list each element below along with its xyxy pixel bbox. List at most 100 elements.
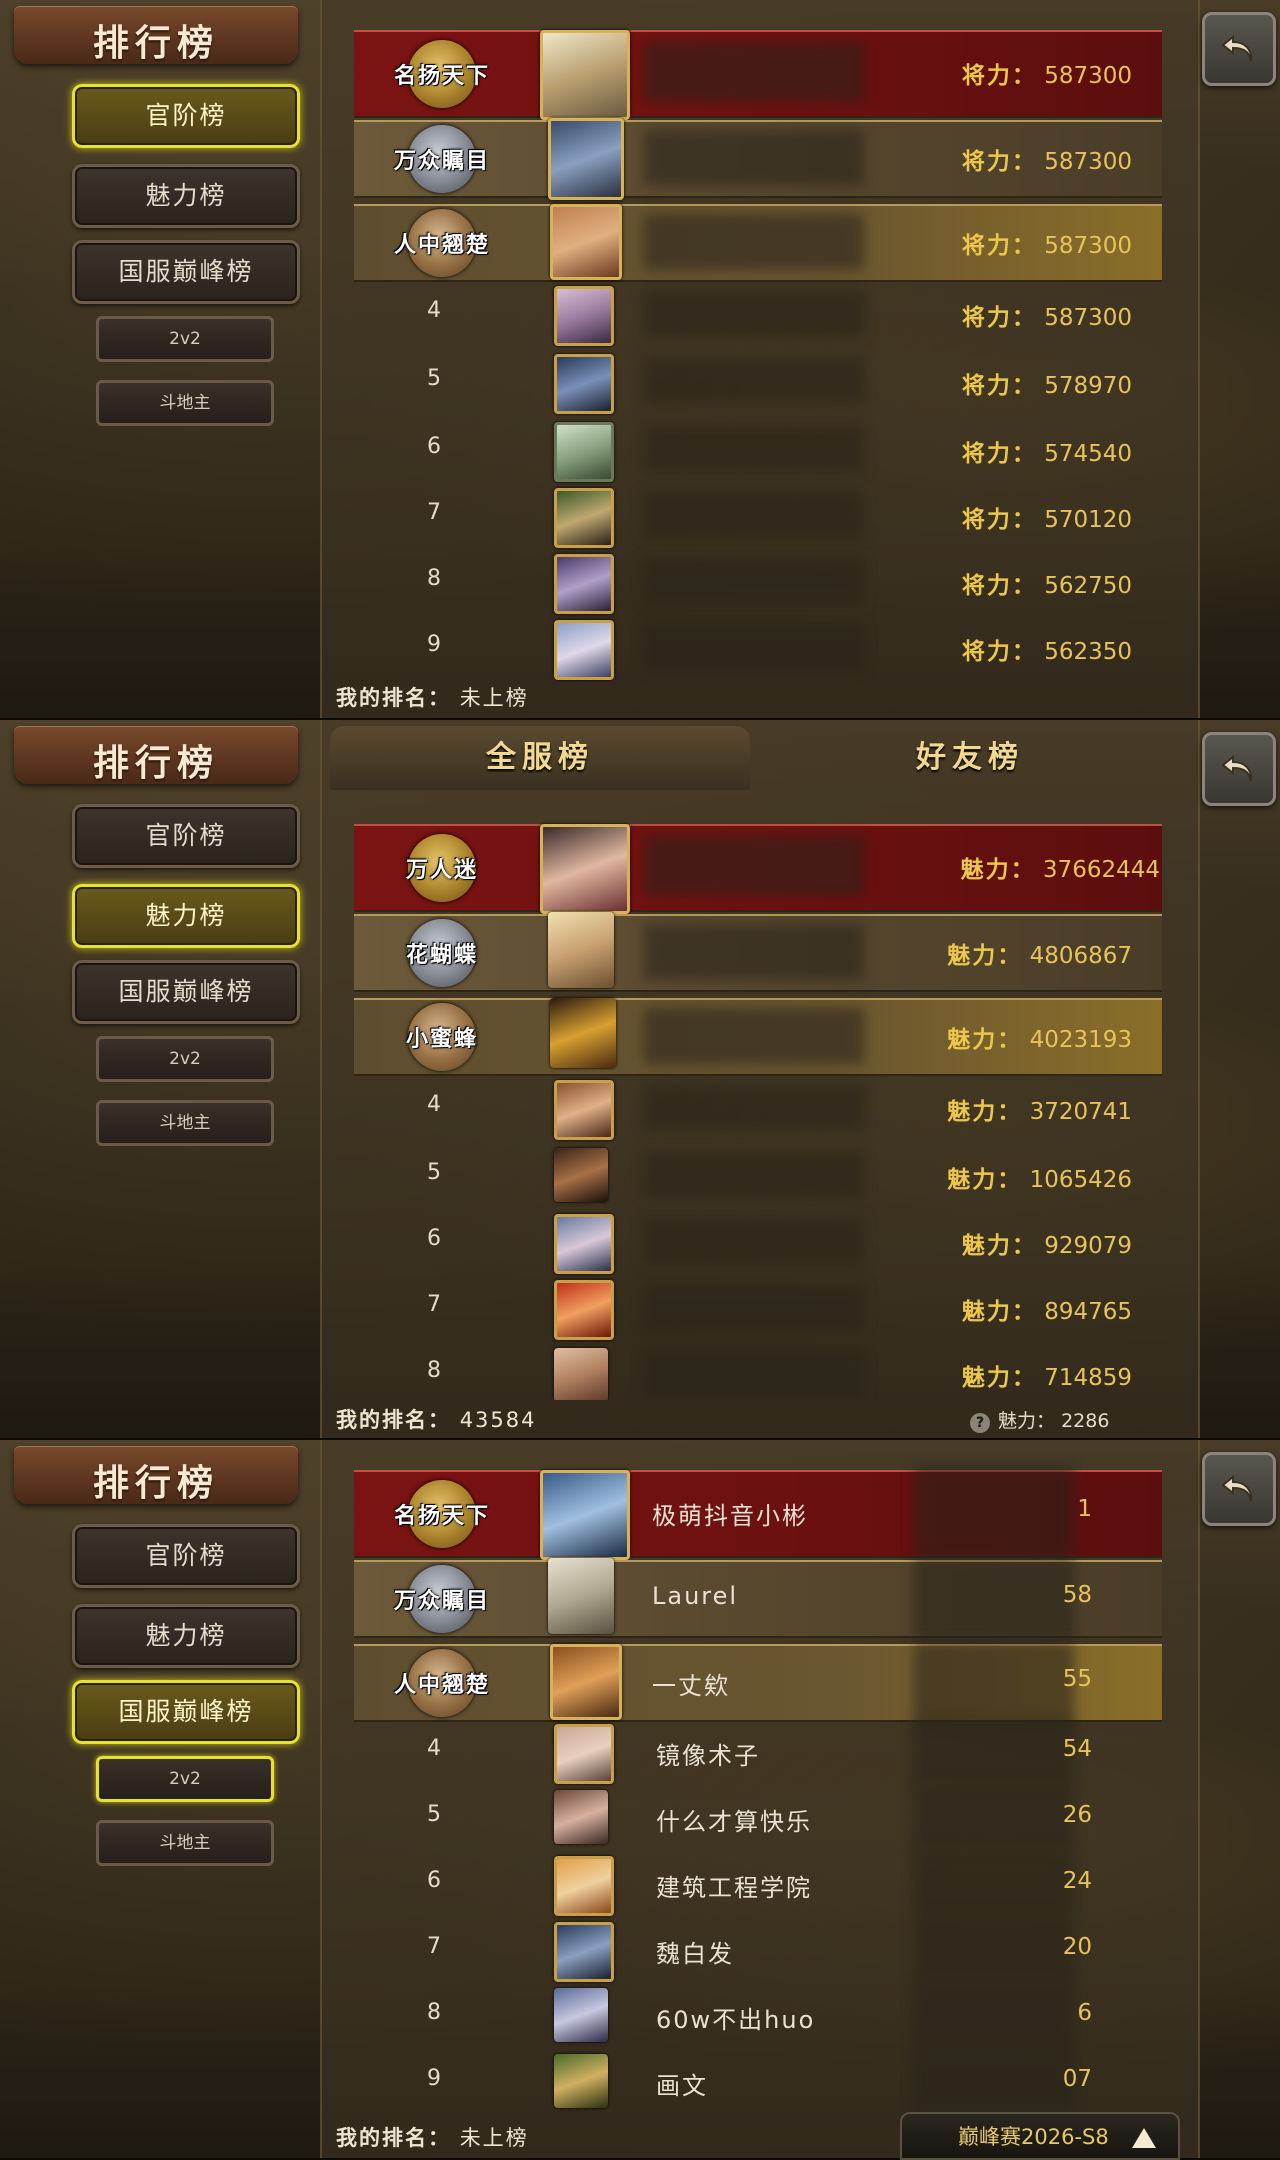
table-row[interactable]: 名扬天下 极萌抖音小彬 1 (354, 1466, 1162, 1560)
avatar[interactable] (554, 1922, 614, 1982)
nav-sub-doudizhu[interactable]: 斗地主 (96, 1100, 274, 1146)
blurred-score (914, 1850, 1074, 1916)
table-row[interactable]: 小蜜蜂 魅力： 4023193 (354, 998, 1162, 1076)
nav-sub-doudizhu[interactable]: 斗地主 (96, 1820, 274, 1866)
medal-gold-icon: 名扬天下 (382, 1480, 502, 1548)
avatar[interactable] (554, 1348, 608, 1400)
avatar[interactable] (554, 554, 614, 614)
player-name: 极萌抖音小彬 (652, 1502, 808, 1530)
season-selector[interactable]: 巅峰赛2026-S8 (900, 2112, 1180, 2160)
player-name: Laurel (652, 1582, 739, 1610)
table-row[interactable]: 8 60w不出huo 6 (354, 1982, 1162, 2048)
avatar[interactable] (554, 2054, 608, 2108)
avatar[interactable] (550, 998, 616, 1068)
table-row[interactable]: 万众瞩目 将力： 587300 (354, 118, 1162, 200)
blurred-score (914, 1466, 1074, 1558)
table-row[interactable]: 花蝴蝶 魅力： 4806867 (354, 912, 1162, 992)
nav-peak-board[interactable]: 国服巅峰榜 (72, 240, 300, 304)
table-row[interactable]: 6 将力： 574540 (354, 420, 1162, 482)
tab-friends[interactable]: 好友榜 (760, 726, 1180, 790)
score-partial: 26 (1062, 1802, 1092, 1828)
question-icon[interactable]: ? (970, 1413, 990, 1433)
nav-charm-board[interactable]: 魅力榜 (72, 1604, 300, 1668)
blurred-name (644, 836, 864, 896)
table-row[interactable]: 人中翘楚 将力： 587300 (354, 204, 1162, 282)
nav-peak-board[interactable]: 国服巅峰榜 (72, 1680, 300, 1744)
score-value: 魅力： 4023193 (947, 1026, 1132, 1053)
avatar[interactable] (554, 1856, 614, 1916)
nav-rank-board[interactable]: 官阶榜 (72, 84, 300, 148)
blurred-name (644, 1008, 864, 1064)
avatar[interactable] (540, 30, 630, 120)
avatar[interactable] (554, 1148, 608, 1202)
table-row[interactable]: 8 魅力： 714859 (354, 1344, 1162, 1400)
medal-bronze-icon: 人中翘楚 (382, 209, 502, 277)
score-partial: 1 (1077, 1496, 1092, 1522)
rank-number: 6 (427, 1868, 441, 1893)
blurred-name (644, 214, 864, 270)
nav-sub-2v2[interactable]: 2v2 (96, 316, 274, 362)
nav-sub-2v2[interactable]: 2v2 (96, 1756, 274, 1802)
avatar[interactable] (548, 912, 614, 988)
nav-charm-board[interactable]: 魅力榜 (72, 164, 300, 228)
avatar[interactable] (550, 204, 622, 280)
table-row[interactable]: 5 魅力： 1065426 (354, 1146, 1162, 1206)
avatar[interactable] (554, 422, 614, 482)
avatar[interactable] (540, 1470, 630, 1560)
rank-number: 4 (427, 298, 441, 323)
avatar[interactable] (554, 1280, 614, 1340)
table-row[interactable]: 9 画文 07 (354, 2048, 1162, 2114)
rank-number: 9 (427, 2066, 441, 2091)
table-row[interactable]: 人中翘楚 一丈欸 55 (354, 1642, 1162, 1724)
avatar[interactable] (548, 1558, 614, 1634)
nav-charm-board[interactable]: 魅力榜 (72, 884, 300, 948)
avatar[interactable] (554, 1790, 608, 1844)
table-row[interactable]: 万众瞩目 Laurel 58 (354, 1558, 1162, 1640)
rank-number: 8 (427, 2000, 441, 2025)
score-partial: 24 (1062, 1868, 1092, 1894)
score-value: 将力： 587300 (961, 62, 1132, 89)
table-row[interactable]: 6 建筑工程学院 24 (354, 1850, 1162, 1916)
table-row[interactable]: 7 魏白发 20 (354, 1916, 1162, 1982)
avatar[interactable] (540, 824, 630, 914)
tab-all-server[interactable]: 全服榜 (330, 726, 750, 790)
back-button[interactable] (1202, 732, 1276, 806)
avatar[interactable] (550, 1644, 622, 1720)
avatar[interactable] (548, 118, 624, 200)
table-row[interactable]: 7 魅力： 894765 (354, 1278, 1162, 1340)
avatar[interactable] (554, 620, 614, 680)
table-row[interactable]: 8 将力： 562750 (354, 552, 1162, 614)
table-row[interactable]: 5 将力： 578970 (354, 352, 1162, 414)
table-row[interactable]: 4 魅力： 3720741 (354, 1078, 1162, 1140)
table-row[interactable]: 9 将力： 562350 (354, 618, 1162, 680)
avatar[interactable] (554, 354, 614, 414)
back-button[interactable] (1202, 12, 1276, 86)
medal-silver-icon: 万众瞩目 (382, 125, 502, 193)
avatar[interactable] (554, 1724, 614, 1784)
back-button[interactable] (1202, 1452, 1276, 1526)
medal-gold-icon: 名扬天下 (382, 40, 502, 108)
score-partial: 20 (1062, 1934, 1092, 1960)
nav-rank-board[interactable]: 官阶榜 (72, 804, 300, 868)
avatar[interactable] (554, 1214, 614, 1274)
table-row[interactable]: 7 将力： 570120 (354, 486, 1162, 548)
table-row[interactable]: 万人迷 魅力： 37662444 (354, 824, 1162, 914)
nav-peak-board[interactable]: 国服巅峰榜 (72, 960, 300, 1024)
table-row[interactable]: 名扬天下 将力： 587300 (354, 30, 1162, 120)
blurred-name (644, 1350, 864, 1396)
back-arrow-icon (1221, 1474, 1253, 1502)
table-row[interactable]: 5 什么才算快乐 26 (354, 1784, 1162, 1850)
table-row[interactable]: 4 镜像术子 54 (354, 1718, 1162, 1784)
nav-sub-doudizhu[interactable]: 斗地主 (96, 380, 274, 426)
avatar[interactable] (554, 488, 614, 548)
avatar[interactable] (554, 286, 614, 346)
avatar[interactable] (554, 1988, 608, 2042)
table-row[interactable]: 6 魅力： 929079 (354, 1212, 1162, 1274)
page-title: 排行榜 (92, 742, 219, 784)
rank-number: 7 (427, 1292, 441, 1317)
avatar[interactable] (554, 1080, 614, 1140)
score-partial: 54 (1062, 1736, 1092, 1762)
nav-sub-2v2[interactable]: 2v2 (96, 1036, 274, 1082)
table-row[interactable]: 4 将力： 587300 (354, 284, 1162, 346)
nav-rank-board[interactable]: 官阶榜 (72, 1524, 300, 1588)
